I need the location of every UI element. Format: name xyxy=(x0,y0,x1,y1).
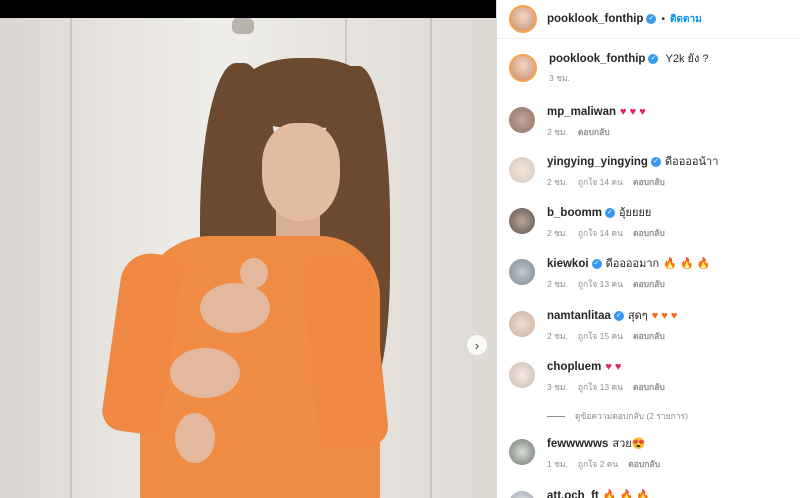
verified-icon: ✓ xyxy=(646,14,657,24)
comment-text: สุดๆ xyxy=(627,310,648,322)
list-item: b_boomm ✓ อุ้ยยยย 2 ชม. ถูกใจ 14 คน ตอบกลับ xyxy=(509,206,675,240)
door-knob xyxy=(232,18,254,34)
post-header: pooklook_fonthip ✓ • ติดตาม xyxy=(497,0,800,39)
comment-time: 2 ชม. xyxy=(547,228,568,238)
face xyxy=(262,123,340,221)
like-count[interactable]: ถูกใจ 2 คน xyxy=(578,459,618,469)
like-count[interactable]: ถูกใจ 15 คน xyxy=(578,331,623,341)
avatar[interactable] xyxy=(509,208,535,234)
next-image-button[interactable]: › xyxy=(467,335,487,355)
reply-button[interactable]: ตอบกลับ xyxy=(633,177,665,187)
list-item: yingying_yingying ✓ ดีออออน้าา 2 ชม. ถูกใจ … xyxy=(509,155,718,189)
heart-icon: ♥ ♥ ♥ xyxy=(620,106,646,118)
top-bar xyxy=(0,0,496,18)
author-username[interactable]: pooklook_fonthip xyxy=(547,13,643,25)
comment-username[interactable]: mp_maliwan xyxy=(547,106,616,118)
reply-button[interactable]: ตอบกลับ xyxy=(578,127,610,137)
reply-button[interactable]: ตอบกลับ xyxy=(633,279,665,289)
comment-text: ดีออออน้าา xyxy=(664,156,719,168)
reply-button[interactable]: ตอบกลับ xyxy=(628,459,660,469)
reply-button[interactable]: ตอบกลับ xyxy=(633,331,665,341)
hair-top xyxy=(240,58,370,128)
avatar[interactable] xyxy=(509,439,535,465)
follow-button[interactable]: ติดตาม xyxy=(670,12,702,27)
verified-icon: ✓ xyxy=(650,157,661,168)
fire-icon: 🔥 🔥 🔥 xyxy=(602,490,650,498)
avatar[interactable] xyxy=(509,491,535,498)
verified-icon: ✓ xyxy=(591,259,602,270)
avatar[interactable] xyxy=(509,107,535,133)
heart-icon: ♥ ♥ xyxy=(605,361,622,373)
comment-username[interactable]: b_boomm xyxy=(547,207,602,219)
fire-icon: 🔥 🔥 🔥 xyxy=(663,258,711,270)
chevron-right-icon: › xyxy=(474,337,480,353)
comment-time: 3 ชม. xyxy=(547,382,568,392)
heart-icon: ♥ ♥ ♥ xyxy=(651,310,678,322)
view-replies-label: ดูข้อความตอบกลับ (2 รายการ) xyxy=(575,411,688,421)
comment-text: อุ้ยยยย xyxy=(618,207,652,219)
heart-eyes-icon: 😍 xyxy=(631,438,646,450)
comment-text: สวย xyxy=(612,438,632,450)
like-count[interactable]: ถูกใจ 14 คน xyxy=(578,177,623,187)
verified-icon: ✓ xyxy=(648,54,659,65)
list-item: att.och_ft 🔥 🔥 🔥 xyxy=(509,489,650,498)
comment-time: 2 ชม. xyxy=(547,279,568,289)
caption-text: Y2k ยัง ? xyxy=(665,53,709,65)
comment-username[interactable]: chopluem xyxy=(547,361,601,373)
avatar[interactable] xyxy=(509,259,535,285)
view-replies-button[interactable]: ดูข้อความตอบกลับ (2 รายการ) xyxy=(547,409,688,423)
comments-panel: pooklook_fonthip ✓ • ติดตาม pooklook_fon… xyxy=(496,0,800,498)
verified-icon: ✓ xyxy=(604,208,615,219)
author-avatar[interactable] xyxy=(509,54,537,82)
avatar[interactable] xyxy=(509,362,535,388)
list-item: kiewkoi ✓ ดีออออมาก 🔥 🔥 🔥 2 ชม. ถูกใจ 13 คน ต… xyxy=(509,257,710,291)
comment-time: 2 ชม. xyxy=(547,331,568,341)
reply-button[interactable]: ตอบกลับ xyxy=(633,228,665,238)
door-panel-line xyxy=(430,18,432,498)
comment-username[interactable]: att.och_ft xyxy=(547,490,599,498)
list-item: fewwwwws สวย😍 1 ชม. ถูกใจ 2 คน ตอบกลับ xyxy=(509,437,670,471)
caption: pooklook_fonthip ✓ Y2k ยัง ? 3 ชม. xyxy=(509,52,709,85)
avatar[interactable] xyxy=(509,157,535,183)
comment-time: 2 ชม. xyxy=(547,127,568,137)
comment-username[interactable]: yingying_yingying xyxy=(547,156,648,168)
verified-icon: ✓ xyxy=(613,311,624,322)
divider xyxy=(547,415,565,417)
avatar[interactable] xyxy=(509,311,535,337)
dress-cutout xyxy=(175,413,215,463)
caption-username[interactable]: pooklook_fonthip xyxy=(549,53,645,65)
comment-username[interactable]: kiewkoi xyxy=(547,258,589,270)
caption-time: 3 ชม. xyxy=(549,73,570,83)
author-avatar[interactable] xyxy=(509,5,537,33)
comment-username[interactable]: namtanlitaa xyxy=(547,310,611,322)
comment-username[interactable]: fewwwwws xyxy=(547,438,608,450)
like-count[interactable]: ถูกใจ 14 คน xyxy=(578,228,623,238)
reply-button[interactable]: ตอบกลับ xyxy=(633,382,665,392)
separator-dot: • xyxy=(661,13,665,25)
list-item: namtanlitaa ✓ สุดๆ ♥ ♥ ♥ 2 ชม. ถูกใจ 15 คน ตอ… xyxy=(509,309,677,343)
comment-text: ดีออออมาก xyxy=(605,258,660,270)
list-item: chopluem ♥ ♥ 3 ชม. ถูกใจ 13 คน ตอบกลับ xyxy=(509,360,675,394)
list-item: mp_maliwan ♥ ♥ ♥ 2 ชม. ตอบกลับ xyxy=(509,105,646,139)
comment-time: 2 ชม. xyxy=(547,177,568,187)
comment-time: 1 ชม. xyxy=(547,459,568,469)
post-photo[interactable]: › xyxy=(0,18,496,498)
dress-cutout xyxy=(200,283,270,333)
like-count[interactable]: ถูกใจ 13 คน xyxy=(578,382,623,392)
door-panel-line xyxy=(70,18,72,498)
dress-cutout xyxy=(170,348,240,398)
like-count[interactable]: ถูกใจ 13 คน xyxy=(578,279,623,289)
